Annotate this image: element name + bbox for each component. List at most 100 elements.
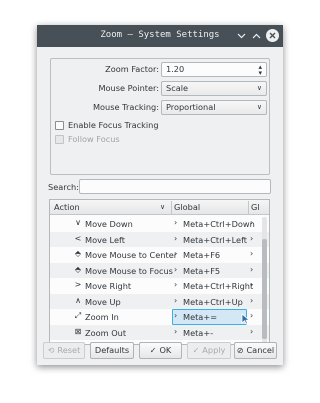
- action-name: Move Up: [85, 296, 121, 307]
- chevron-up-icon: ∧: [75, 295, 81, 305]
- chevron-right-icon: ›: [250, 311, 254, 320]
- action-name: Move Left: [85, 234, 125, 245]
- ok-button[interactable]: ✓ OK: [139, 342, 182, 359]
- mouse-pointer-select[interactable]: Scale ∨: [161, 81, 267, 96]
- global-shortcut[interactable]: Meta+Ctrl+Up: [183, 297, 243, 307]
- global-shortcut[interactable]: Meta+Ctrl+Left: [183, 235, 247, 245]
- action-name: Move Right: [85, 281, 132, 291]
- settings-window: Zoom — System Settings Zoom Factor: 1.20…: [37, 25, 283, 365]
- table-row[interactable]: ∨ Move Down › Meta+Ctrl+Down ›: [50, 216, 269, 232]
- chevron-right-icon: ›: [250, 249, 254, 258]
- cancel-icon: ⊘: [236, 346, 244, 355]
- enable-focus-tracking-checkbox[interactable]: Enable Focus Tracking: [55, 120, 159, 130]
- mouse-cursor-icon: [241, 313, 250, 325]
- chevron-right-icon: ›: [174, 233, 178, 243]
- sort-chevron-icon: ∨: [160, 203, 166, 211]
- search-label: Search:: [48, 182, 79, 192]
- chevron-down-icon: ∨: [256, 84, 262, 92]
- search-input[interactable]: [79, 179, 271, 194]
- mouse-pointer-value: Scale: [166, 83, 189, 93]
- shortcuts-table: Action ∨ Global Gl ∨ Move Down › Meta+Ct…: [49, 199, 270, 345]
- focus-icon: ⬘: [74, 264, 82, 274]
- close-button[interactable]: [266, 29, 279, 42]
- vertical-scrollbar[interactable]: [262, 217, 267, 343]
- table-row[interactable]: ⤢ Zoom In › Meta+= ›: [50, 309, 269, 325]
- global-shortcut[interactable]: Meta+Ctrl+Down: [183, 219, 255, 229]
- table-header: Action ∨ Global Gl: [50, 200, 269, 215]
- titlebar: Zoom — System Settings: [37, 25, 283, 47]
- global-shortcut[interactable]: Meta+Ctrl+Right: [183, 281, 253, 291]
- check-icon: ✓: [149, 346, 157, 355]
- table-row[interactable]: ∧ Move Up › Meta+Ctrl+Up ›: [50, 293, 269, 309]
- defaults-label: Defaults: [94, 345, 130, 355]
- reset-button: ⟲ Reset: [43, 342, 85, 359]
- column-header-global-alt[interactable]: Gl: [251, 202, 260, 212]
- global-shortcut[interactable]: Meta+F6: [183, 250, 220, 260]
- chevron-right-icon: >: [74, 280, 82, 289]
- checkbox-box[interactable]: [55, 120, 64, 130]
- reset-icon: ⟲: [47, 346, 55, 355]
- scroll-thumb[interactable]: [262, 239, 267, 339]
- chevron-right-icon: ›: [174, 249, 178, 258]
- cancel-button[interactable]: ⊘ Cancel: [234, 342, 277, 359]
- mouse-tracking-value: Proportional: [166, 102, 216, 112]
- reset-label: Reset: [57, 345, 81, 355]
- chevron-right-icon: ›: [174, 280, 178, 289]
- spin-arrows-icon[interactable]: ▴ ▾: [258, 64, 262, 77]
- column-divider: [248, 201, 249, 214]
- table-row[interactable]: ⬘ Move Mouse to Center › Meta+F6 ›: [50, 247, 269, 263]
- zoom-settings-group: Zoom Factor: 1.20 ▴ ▾ Mouse Pointer: Scal…: [50, 58, 270, 175]
- global-shortcut[interactable]: Meta+-: [183, 328, 213, 338]
- chevron-down-icon: ∨: [256, 103, 262, 111]
- chevron-right-icon: ›: [250, 233, 254, 243]
- follow-focus-checkbox: Follow Focus: [55, 134, 120, 144]
- chevron-right-icon: ›: [250, 280, 254, 289]
- chevron-right-icon: ›: [174, 218, 178, 227]
- chevron-left-icon: <: [74, 233, 82, 243]
- apply-label: Apply: [202, 345, 226, 355]
- minimize-button[interactable]: [235, 29, 248, 42]
- zoom-in-icon: ⤢: [74, 311, 82, 320]
- mouse-pointer-label: Mouse Pointer:: [98, 83, 159, 93]
- action-name: Move Mouse to Focus: [85, 265, 173, 276]
- action-name: Move Mouse to Center: [85, 250, 178, 260]
- maximize-button[interactable]: [250, 29, 263, 42]
- column-divider: [171, 201, 172, 214]
- column-header-global[interactable]: Global: [174, 202, 200, 212]
- close-icon: [269, 32, 276, 39]
- chevron-down-icon: [237, 33, 246, 38]
- check-icon: ✓: [192, 346, 200, 355]
- action-name: Zoom Out: [85, 327, 127, 338]
- mouse-tracking-label: Mouse Tracking:: [92, 102, 159, 112]
- chevron-right-icon: ›: [174, 264, 178, 274]
- action-name: Zoom In: [85, 312, 119, 322]
- checkbox-box: [55, 134, 64, 144]
- enable-focus-tracking-label: Enable Focus Tracking: [68, 120, 159, 130]
- column-header-action[interactable]: Action: [54, 202, 80, 212]
- cancel-label: Cancel: [246, 345, 275, 355]
- global-shortcut[interactable]: Meta+F5: [183, 266, 220, 276]
- zoom-factor-label: Zoom Factor:: [105, 64, 159, 74]
- table-row[interactable]: ⬘ Move Mouse to Focus › Meta+F5 ›: [50, 262, 269, 278]
- chevron-up-icon: [252, 33, 261, 38]
- chevron-right-icon: ›: [250, 295, 254, 305]
- apply-button: ✓ Apply: [187, 342, 231, 359]
- defaults-button[interactable]: Defaults: [90, 342, 134, 359]
- mouse-tracking-select[interactable]: Proportional ∨: [161, 100, 267, 115]
- global-shortcut[interactable]: Meta+=: [183, 312, 217, 322]
- zoom-out-icon: ⊠: [74, 326, 82, 336]
- ok-label: OK: [159, 345, 172, 355]
- table-row[interactable]: < Move Left › Meta+Ctrl+Left ›: [50, 231, 269, 247]
- chevron-down-icon: ∨: [75, 218, 81, 227]
- chevron-right-icon: ›: [250, 264, 254, 274]
- chevron-right-icon: ›: [250, 218, 254, 227]
- chevron-right-icon: ›: [174, 311, 178, 320]
- zoom-factor-spinbox[interactable]: 1.20 ▴ ▾: [161, 62, 267, 77]
- action-name: Move Down: [85, 219, 133, 229]
- chevron-right-icon: ›: [174, 326, 178, 336]
- chevron-right-icon: ›: [174, 295, 178, 305]
- center-icon: ⬘: [74, 249, 82, 258]
- table-row[interactable]: ⊠ Zoom Out › Meta+- ›: [50, 324, 269, 340]
- table-row[interactable]: > Move Right › Meta+Ctrl+Right ›: [50, 278, 269, 294]
- chevron-right-icon: ›: [250, 326, 254, 336]
